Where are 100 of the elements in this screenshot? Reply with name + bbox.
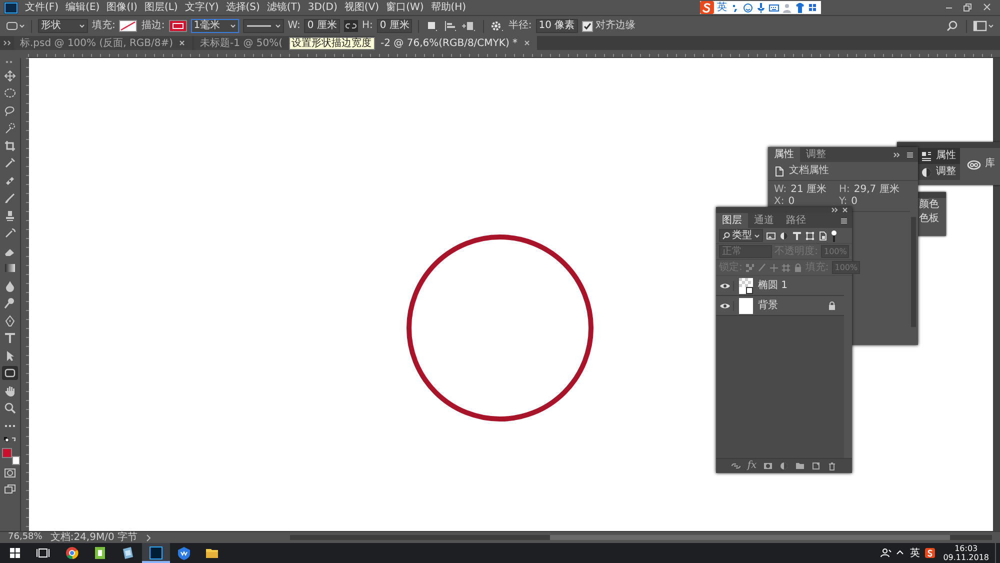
panel-tab[interactable]: 属性 (768, 147, 800, 162)
filter-dropdown[interactable]: 类型 (719, 229, 763, 242)
link-icon[interactable] (344, 20, 358, 32)
quick-mask-icon[interactable] (4, 467, 16, 479)
screen-mode-icon[interactable] (4, 482, 16, 494)
panel-tab[interactable]: 库 (963, 148, 999, 180)
mode-dropdown[interactable]: 形状 (38, 19, 88, 33)
menu-item[interactable]: 滤镜(T) (266, 1, 301, 14)
layer-row[interactable]: 背景 (716, 296, 844, 316)
foreground-color-swatch[interactable] (2, 448, 12, 458)
scrollbar[interactable] (290, 535, 992, 540)
menu-item[interactable]: 文字(Y) (184, 1, 219, 14)
menu-item[interactable]: 图层(L) (144, 1, 178, 14)
adjustment-filter-icon[interactable] (779, 230, 789, 240)
menu-item[interactable]: 3D(D) (308, 1, 338, 14)
checker-icon[interactable] (745, 262, 754, 272)
menu-item[interactable]: 选择(S) (226, 1, 260, 14)
scrollbar[interactable] (993, 58, 1000, 531)
menu-icon[interactable] (839, 216, 849, 226)
close-icon[interactable] (178, 39, 186, 47)
eye-icon[interactable] (719, 300, 734, 310)
panel-tab[interactable]: 通道 (748, 213, 780, 228)
field-value: 0 (788, 196, 795, 208)
radius-field[interactable]: 10 像素 (536, 19, 578, 33)
menu-icon[interactable] (905, 150, 915, 160)
close-icon[interactable] (841, 207, 849, 213)
swap-colors-icon[interactable] (3, 436, 17, 444)
language-label[interactable]: 英 (717, 2, 727, 14)
document-tab[interactable]: 标.psd @ 100% (反面, RGB/8#) (14, 36, 192, 50)
zoom-icon[interactable] (2, 401, 18, 415)
background-color-swatch[interactable] (12, 456, 20, 464)
adjustment-icon[interactable] (778, 461, 789, 471)
panel-tab[interactable]: 图层 (716, 213, 748, 228)
layer-row[interactable]: 椭圆 1 (716, 276, 844, 296)
layer-name[interactable]: 背景 (758, 300, 823, 312)
fill-swatch-icon[interactable] (119, 20, 138, 32)
path-alignment-icon[interactable] (443, 20, 458, 32)
input-method-bar[interactable]: 英 (700, 1, 821, 14)
close-icon[interactable] (522, 39, 531, 47)
clock[interactable]: 16:03 09.11.2018 (937, 544, 995, 562)
panel-tab[interactable]: 颜色 (916, 198, 946, 212)
collapse-icon[interactable] (892, 150, 902, 160)
smiley-icon[interactable] (743, 2, 753, 14)
field-value: 0 (851, 196, 858, 208)
menu-item[interactable]: 编辑(E) (66, 1, 100, 14)
keyboard-icon[interactable] (769, 2, 779, 14)
zoom-field[interactable]: 76,58% (8, 532, 42, 543)
grid-icon[interactable] (808, 2, 818, 14)
effects-button[interactable]: fx (747, 460, 757, 472)
gradient-icon[interactable] (2, 261, 18, 275)
type-icon[interactable] (2, 331, 18, 345)
panel-tab[interactable]: 属性 (917, 148, 960, 164)
shape-filter-icon[interactable] (805, 230, 815, 240)
shirt-icon[interactable] (795, 2, 805, 14)
rounded-rectangle-icon (6, 20, 18, 32)
rounded-rectangle-icon[interactable] (2, 366, 18, 380)
image-filter-icon[interactable] (766, 230, 776, 240)
tool-preset-picker[interactable] (6, 20, 25, 32)
app-logo-icon (4, 2, 18, 14)
checkbox[interactable] (582, 20, 593, 32)
stroke-type-dropdown[interactable] (242, 19, 284, 33)
menu-item[interactable]: 图像(I) (106, 1, 138, 14)
grip-icon (5, 60, 15, 65)
microphone-icon[interactable] (756, 2, 766, 14)
stroke-width-field[interactable]: 1毫米 (190, 19, 239, 33)
properties-icon (921, 150, 932, 162)
width-field[interactable]: 0 厘米 (304, 19, 340, 33)
menu-item[interactable]: 文件(F) (25, 1, 59, 14)
checkbox-label[interactable]: 对齐边缘 (596, 20, 636, 32)
document-icon (774, 166, 784, 176)
collapse-icon[interactable] (831, 207, 839, 213)
menu-item[interactable]: 帮助(H) (430, 1, 466, 14)
lock-icon[interactable] (828, 300, 836, 310)
move-icon[interactable] (2, 68, 18, 82)
menu-item[interactable]: 视图(V) (344, 1, 380, 14)
panel-tab[interactable]: 路径 (780, 213, 812, 228)
type-filter-icon[interactable] (792, 230, 802, 240)
language-indicator[interactable]: 英 (907, 546, 924, 560)
new-layer-icon[interactable] (810, 461, 821, 471)
photoshop-icon[interactable] (142, 543, 170, 563)
eye-icon[interactable] (719, 280, 734, 290)
panel-tab[interactable]: 色板 (916, 212, 946, 226)
workspace-switcher[interactable] (973, 20, 994, 32)
panel-tab[interactable]: 调整 (917, 164, 960, 180)
panel-tab[interactable]: 调整 (800, 147, 832, 162)
menu-item[interactable]: 窗口(W) (386, 1, 424, 14)
search-icon[interactable] (946, 20, 960, 32)
height-field[interactable]: 0 厘米 (376, 19, 412, 33)
mask-icon[interactable] (762, 461, 773, 471)
trash-icon[interactable] (826, 461, 837, 471)
field-label: Y: (839, 196, 848, 208)
link-icon[interactable] (731, 461, 742, 471)
filter-toggle-icon[interactable] (831, 230, 837, 242)
smart-object-filter-icon[interactable] (818, 230, 828, 240)
layer-name[interactable]: 椭圆 1 (758, 280, 844, 292)
crop-icon[interactable] (2, 138, 18, 152)
marquee-icon[interactable] (2, 86, 18, 100)
document-tab[interactable]: -2 @ 76,6%(RGB/8/CMYK) * (374, 36, 537, 50)
document-tab[interactable]: 未标题-1 @ 50%( (194, 36, 289, 50)
stroke-swatch-icon[interactable] (168, 20, 187, 32)
